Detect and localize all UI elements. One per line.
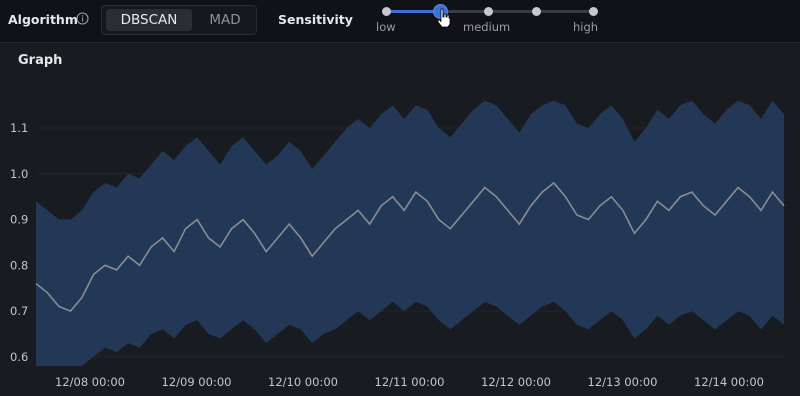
y-tick-label: 0.9 [10, 213, 28, 227]
expected-range-band [36, 100, 784, 366]
slider-track-fill [386, 10, 440, 13]
slider-stop-high[interactable] [589, 7, 598, 16]
y-tick-label: 0.6 [10, 350, 28, 364]
algorithm-option-mad[interactable]: MAD [198, 9, 252, 31]
x-tick-label: 12/14 00:00 [694, 375, 764, 389]
slider-tick-low: low [376, 20, 396, 34]
slider-tick-medium: medium [463, 20, 511, 34]
algorithm-option-dbscan[interactable]: DBSCAN [106, 9, 192, 31]
slider-stop-extra[interactable] [532, 7, 541, 16]
x-tick-label: 12/09 00:00 [162, 375, 232, 389]
x-tick-label: 12/12 00:00 [481, 375, 551, 389]
y-tick-label: 1.0 [10, 167, 28, 181]
y-tick-label: 1.1 [10, 121, 28, 135]
x-tick-label: 12/10 00:00 [268, 375, 338, 389]
x-tick-label: 12/11 00:00 [375, 375, 445, 389]
slider-stop-low[interactable] [382, 7, 391, 16]
y-tick-label: 0.7 [10, 304, 28, 318]
slider-stop-medium[interactable] [484, 7, 493, 16]
algorithm-label: Algorithm [8, 12, 78, 27]
x-tick-label: 12/08 00:00 [55, 375, 125, 389]
y-tick-label: 0.8 [10, 258, 28, 272]
hand-pointer-icon [437, 8, 451, 28]
slider-tick-high: high [573, 20, 599, 34]
sensitivity-slider[interactable]: low medium high [376, 4, 610, 40]
graph-chart: 0.6 0.7 0.8 0.9 1.0 1.1 12/08 00:00 12/09 00:00… [10, 100, 785, 389]
toolbar: Algorithm DBSCAN MAD Sensitivity low med… [0, 0, 800, 40]
x-tick-label: 12/13 00:00 [588, 375, 658, 389]
algorithm-selector: DBSCAN MAD [101, 5, 257, 35]
info-icon[interactable] [76, 12, 89, 25]
sensitivity-label: Sensitivity [278, 12, 353, 27]
